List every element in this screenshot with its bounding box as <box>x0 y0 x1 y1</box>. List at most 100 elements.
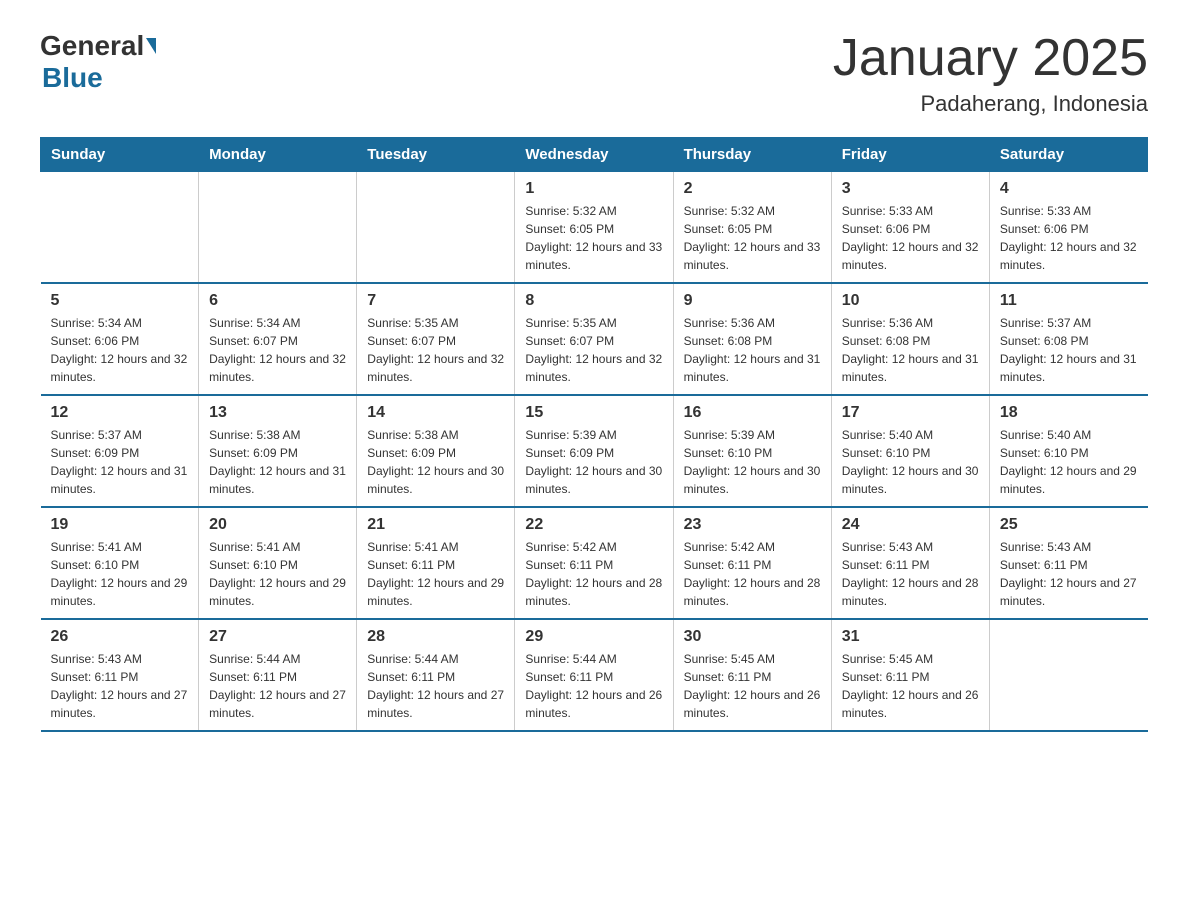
location-title: Padaherang, Indonesia <box>833 91 1148 117</box>
day-number: 29 <box>525 628 662 646</box>
day-info: Sunrise: 5:41 AM Sunset: 6:10 PM Dayligh… <box>51 538 189 610</box>
day-info: Sunrise: 5:32 AM Sunset: 6:05 PM Dayligh… <box>684 202 821 274</box>
day-info: Sunrise: 5:36 AM Sunset: 6:08 PM Dayligh… <box>684 314 821 386</box>
calendar-cell: 13 Sunrise: 5:38 AM Sunset: 6:09 PM Dayli… <box>199 395 357 507</box>
header-saturday: Saturday <box>989 138 1147 172</box>
calendar-week-row: 12 Sunrise: 5:37 AM Sunset: 6:09 PM Dayli… <box>41 395 1148 507</box>
day-info: Sunrise: 5:35 AM Sunset: 6:07 PM Dayligh… <box>525 314 662 386</box>
day-number: 8 <box>525 292 662 310</box>
calendar-cell: 11 Sunrise: 5:37 AM Sunset: 6:08 PM Dayli… <box>989 283 1147 395</box>
day-info: Sunrise: 5:42 AM Sunset: 6:11 PM Dayligh… <box>525 538 662 610</box>
calendar-cell: 10 Sunrise: 5:36 AM Sunset: 6:08 PM Dayli… <box>831 283 989 395</box>
day-number: 21 <box>367 516 504 534</box>
day-number: 2 <box>684 180 821 198</box>
calendar-cell: 23Sunrise: 5:42 AM Sunset: 6:11 PM Dayli… <box>673 507 831 619</box>
calendar-cell: 7Sunrise: 5:35 AM Sunset: 6:07 PM Daylig… <box>357 283 515 395</box>
header-thursday: Thursday <box>673 138 831 172</box>
calendar-cell: 2 Sunrise: 5:32 AM Sunset: 6:05 PM Daylig… <box>673 172 831 284</box>
day-number: 20 <box>209 516 346 534</box>
calendar-cell: 25 Sunrise: 5:43 AM Sunset: 6:11 PM Dayli… <box>989 507 1147 619</box>
header-tuesday: Tuesday <box>357 138 515 172</box>
calendar-cell <box>199 172 357 284</box>
day-number: 25 <box>1000 516 1138 534</box>
day-info: Sunrise: 5:32 AM Sunset: 6:05 PM Dayligh… <box>525 202 662 274</box>
logo-blue-text: Blue <box>42 62 103 93</box>
day-number: 13 <box>209 404 346 422</box>
calendar-week-row: 5Sunrise: 5:34 AM Sunset: 6:06 PM Daylig… <box>41 283 1148 395</box>
calendar-cell: 15 Sunrise: 5:39 AM Sunset: 6:09 PM Dayli… <box>515 395 673 507</box>
calendar-cell: 16 Sunrise: 5:39 AM Sunset: 6:10 PM Dayli… <box>673 395 831 507</box>
day-number: 23 <box>684 516 821 534</box>
day-number: 3 <box>842 180 979 198</box>
day-number: 14 <box>367 404 504 422</box>
day-info: Sunrise: 5:40 AM Sunset: 6:10 PM Dayligh… <box>1000 426 1138 498</box>
calendar-cell: 19 Sunrise: 5:41 AM Sunset: 6:10 PM Dayli… <box>41 507 199 619</box>
day-number: 26 <box>51 628 189 646</box>
day-info: Sunrise: 5:43 AM Sunset: 6:11 PM Dayligh… <box>51 650 189 722</box>
day-info: Sunrise: 5:44 AM Sunset: 6:11 PM Dayligh… <box>525 650 662 722</box>
day-info: Sunrise: 5:38 AM Sunset: 6:09 PM Dayligh… <box>367 426 504 498</box>
calendar-cell: 30 Sunrise: 5:45 AM Sunset: 6:11 PM Dayli… <box>673 619 831 731</box>
day-number: 27 <box>209 628 346 646</box>
calendar-cell: 6Sunrise: 5:34 AM Sunset: 6:07 PM Daylig… <box>199 283 357 395</box>
calendar-cell: 5Sunrise: 5:34 AM Sunset: 6:06 PM Daylig… <box>41 283 199 395</box>
calendar-cell: 14 Sunrise: 5:38 AM Sunset: 6:09 PM Dayli… <box>357 395 515 507</box>
day-number: 11 <box>1000 292 1138 310</box>
month-title: January 2025 <box>833 30 1148 87</box>
day-number: 30 <box>684 628 821 646</box>
calendar-cell: 22 Sunrise: 5:42 AM Sunset: 6:11 PM Dayli… <box>515 507 673 619</box>
day-info: Sunrise: 5:43 AM Sunset: 6:11 PM Dayligh… <box>842 538 979 610</box>
calendar-cell: 29 Sunrise: 5:44 AM Sunset: 6:11 PM Dayli… <box>515 619 673 731</box>
day-info: Sunrise: 5:38 AM Sunset: 6:09 PM Dayligh… <box>209 426 346 498</box>
calendar-cell: 4 Sunrise: 5:33 AM Sunset: 6:06 PM Daylig… <box>989 172 1147 284</box>
logo-arrow-icon <box>146 38 156 54</box>
calendar-cell: 17Sunrise: 5:40 AM Sunset: 6:10 PM Dayli… <box>831 395 989 507</box>
day-number: 7 <box>367 292 504 310</box>
day-info: Sunrise: 5:39 AM Sunset: 6:10 PM Dayligh… <box>684 426 821 498</box>
day-info: Sunrise: 5:37 AM Sunset: 6:09 PM Dayligh… <box>51 426 189 498</box>
day-info: Sunrise: 5:36 AM Sunset: 6:08 PM Dayligh… <box>842 314 979 386</box>
calendar-cell: 8 Sunrise: 5:35 AM Sunset: 6:07 PM Daylig… <box>515 283 673 395</box>
calendar-cell: 9Sunrise: 5:36 AM Sunset: 6:08 PM Daylig… <box>673 283 831 395</box>
day-number: 6 <box>209 292 346 310</box>
day-number: 16 <box>684 404 821 422</box>
day-info: Sunrise: 5:45 AM Sunset: 6:11 PM Dayligh… <box>842 650 979 722</box>
day-number: 28 <box>367 628 504 646</box>
calendar-cell <box>357 172 515 284</box>
day-info: Sunrise: 5:45 AM Sunset: 6:11 PM Dayligh… <box>684 650 821 722</box>
day-number: 31 <box>842 628 979 646</box>
day-number: 12 <box>51 404 189 422</box>
calendar-cell <box>989 619 1147 731</box>
calendar-cell: 24 Sunrise: 5:43 AM Sunset: 6:11 PM Dayli… <box>831 507 989 619</box>
calendar-cell: 28Sunrise: 5:44 AM Sunset: 6:11 PM Dayli… <box>357 619 515 731</box>
day-info: Sunrise: 5:44 AM Sunset: 6:11 PM Dayligh… <box>209 650 346 722</box>
calendar-week-row: 1 Sunrise: 5:32 AM Sunset: 6:05 PM Daylig… <box>41 172 1148 284</box>
title-area: January 2025 Padaherang, Indonesia <box>833 30 1148 117</box>
day-number: 15 <box>525 404 662 422</box>
day-number: 19 <box>51 516 189 534</box>
day-number: 10 <box>842 292 979 310</box>
day-number: 22 <box>525 516 662 534</box>
day-number: 4 <box>1000 180 1138 198</box>
calendar-cell: 20Sunrise: 5:41 AM Sunset: 6:10 PM Dayli… <box>199 507 357 619</box>
day-info: Sunrise: 5:33 AM Sunset: 6:06 PM Dayligh… <box>1000 202 1138 274</box>
logo: General Blue <box>40 30 158 94</box>
day-info: Sunrise: 5:43 AM Sunset: 6:11 PM Dayligh… <box>1000 538 1138 610</box>
calendar-cell: 26 Sunrise: 5:43 AM Sunset: 6:11 PM Dayli… <box>41 619 199 731</box>
day-info: Sunrise: 5:39 AM Sunset: 6:09 PM Dayligh… <box>525 426 662 498</box>
calendar-cell: 1 Sunrise: 5:32 AM Sunset: 6:05 PM Daylig… <box>515 172 673 284</box>
day-number: 1 <box>525 180 662 198</box>
day-number: 24 <box>842 516 979 534</box>
logo-general-text: General <box>40 30 144 62</box>
calendar-cell: 18 Sunrise: 5:40 AM Sunset: 6:10 PM Dayli… <box>989 395 1147 507</box>
day-info: Sunrise: 5:41 AM Sunset: 6:11 PM Dayligh… <box>367 538 504 610</box>
header-sunday: Sunday <box>41 138 199 172</box>
calendar-cell: 31 Sunrise: 5:45 AM Sunset: 6:11 PM Dayli… <box>831 619 989 731</box>
day-info: Sunrise: 5:34 AM Sunset: 6:06 PM Dayligh… <box>51 314 189 386</box>
day-number: 18 <box>1000 404 1138 422</box>
calendar-cell: 3Sunrise: 5:33 AM Sunset: 6:06 PM Daylig… <box>831 172 989 284</box>
calendar-cell: 12 Sunrise: 5:37 AM Sunset: 6:09 PM Dayli… <box>41 395 199 507</box>
page-header: General Blue January 2025 Padaherang, In… <box>40 30 1148 117</box>
day-info: Sunrise: 5:37 AM Sunset: 6:08 PM Dayligh… <box>1000 314 1138 386</box>
header-wednesday: Wednesday <box>515 138 673 172</box>
